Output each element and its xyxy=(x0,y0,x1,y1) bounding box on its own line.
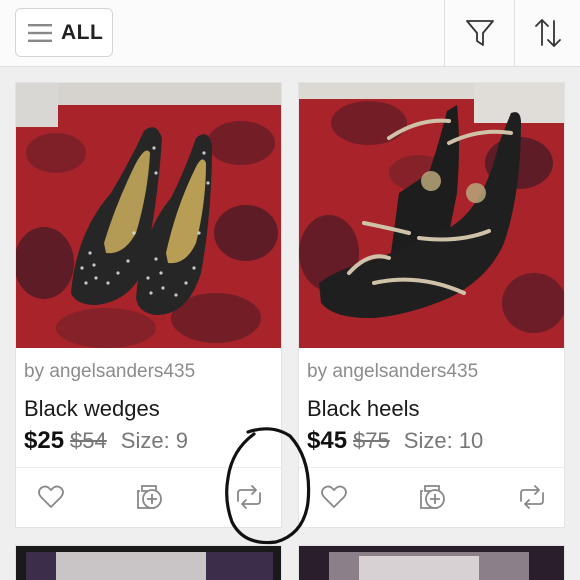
like-icon[interactable] xyxy=(319,482,349,512)
listing-title[interactable]: Black wedges xyxy=(24,396,160,422)
bundle-add-icon[interactable] xyxy=(134,482,164,512)
topbar-divider xyxy=(514,0,515,66)
hamburger-icon xyxy=(28,23,52,42)
price-line: $45 $75 Size: 10 xyxy=(307,427,483,455)
listing-photo[interactable] xyxy=(299,546,565,580)
card-divider xyxy=(299,467,564,468)
original-price: $75 xyxy=(353,428,390,453)
annotation-circle xyxy=(225,427,311,545)
listing-photo[interactable] xyxy=(16,83,281,348)
size-label: Size: 9 xyxy=(120,428,189,453)
bundle-add-icon[interactable] xyxy=(417,482,447,512)
sort-icon[interactable] xyxy=(531,16,565,50)
listing-photo[interactable] xyxy=(299,83,564,348)
listing-card[interactable] xyxy=(298,545,565,580)
price-line: $25 $54 Size: 9 xyxy=(24,427,188,455)
listing-card[interactable] xyxy=(15,545,282,580)
share-icon[interactable] xyxy=(517,482,547,512)
like-icon[interactable] xyxy=(36,482,66,512)
seller-name[interactable]: by angelsanders435 xyxy=(307,361,478,383)
all-filter-button[interactable]: ALL xyxy=(15,8,113,57)
seller-name[interactable]: by angelsanders435 xyxy=(24,361,195,383)
listing-title[interactable]: Black heels xyxy=(307,396,420,422)
price: $25 xyxy=(24,427,65,454)
topbar-divider xyxy=(444,0,445,66)
size-label: Size: 10 xyxy=(403,428,484,453)
filter-icon[interactable] xyxy=(463,16,497,50)
listing-card[interactable]: by angelsanders435 Black heels $45 $75 Siz… xyxy=(298,82,565,528)
top-bar: ALL xyxy=(0,0,580,67)
original-price: $54 xyxy=(70,428,107,453)
listing-photo[interactable] xyxy=(16,546,282,580)
all-label: ALL xyxy=(61,20,104,44)
